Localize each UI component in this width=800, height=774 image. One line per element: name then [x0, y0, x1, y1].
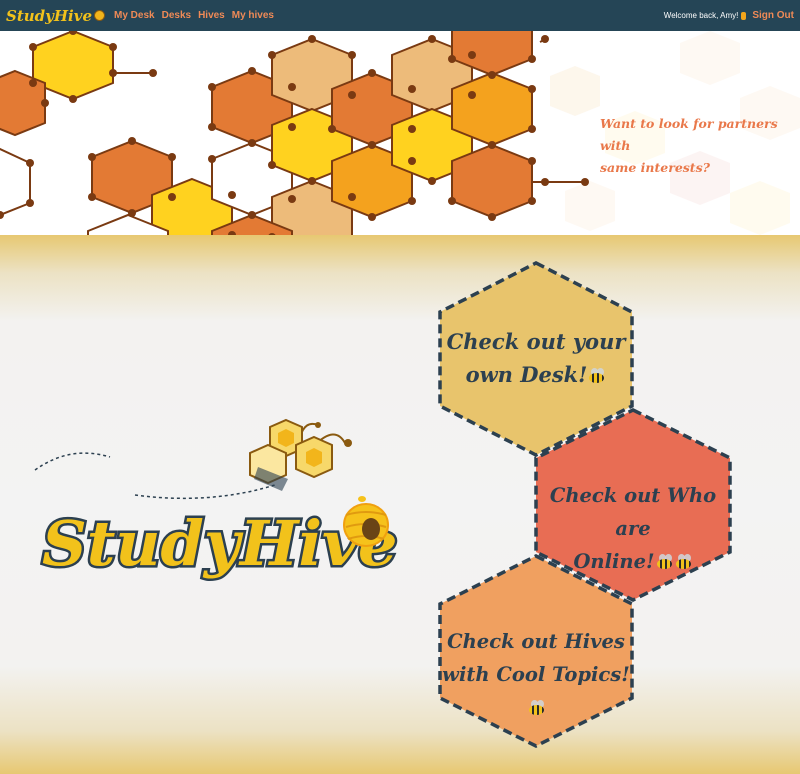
studyhive-logo: StudyHive	[34, 418, 400, 583]
nav-link-my-desk[interactable]: My Desk	[114, 10, 155, 21]
navbar: StudyHive My Desk Desks Hives My hives W…	[0, 0, 800, 31]
bee-icon	[656, 554, 674, 569]
welcome-text: Welcome back, Amy!	[663, 11, 739, 20]
honey-icon	[741, 11, 747, 20]
card-hives-label: Check out Hives with Cool Topics!	[438, 625, 634, 724]
main-content: StudyHive Check out your own Desk! Check…	[0, 235, 800, 774]
beehive-icon	[343, 496, 389, 547]
hero-banner: Want to look for partners with same inte…	[0, 31, 800, 235]
beehive-icon	[94, 10, 106, 21]
card-desk-line1: Check out your	[446, 329, 626, 354]
bee-icon	[528, 700, 546, 715]
bee-mascot-icon	[249, 418, 352, 491]
card-hives-line2: with Cool Topics!	[442, 663, 630, 686]
card-desk-line2: own Desk!	[465, 362, 588, 387]
sign-out-link[interactable]: Sign Out	[752, 10, 794, 21]
bee-icon	[588, 368, 606, 383]
nav-link-my-hives[interactable]: My hives	[232, 10, 274, 21]
brand-logo[interactable]: StudyHive	[6, 6, 106, 25]
brand-name: StudyHive	[6, 6, 93, 25]
nav-links: My Desk Desks Hives My hives	[114, 10, 281, 21]
banner-tagline-line1: Want to look for partners with	[600, 116, 778, 153]
nav-link-desks[interactable]: Desks	[162, 10, 191, 21]
card-check-hives[interactable]: Check out Hives with Cool Topics!	[438, 553, 634, 749]
card-desk-label: Check out your own Desk!	[438, 325, 634, 391]
bee-icon	[675, 554, 693, 569]
nav-user-area: Welcome back, Amy! Sign Out	[664, 0, 794, 31]
banner-tagline-line2: same interests?	[600, 160, 710, 175]
banner-tagline: Want to look for partners with same inte…	[600, 113, 790, 179]
card-online-line1: Check out Who are	[549, 484, 717, 540]
card-hives-line1: Check out Hives	[447, 630, 625, 653]
nav-link-hives[interactable]: Hives	[198, 10, 225, 21]
